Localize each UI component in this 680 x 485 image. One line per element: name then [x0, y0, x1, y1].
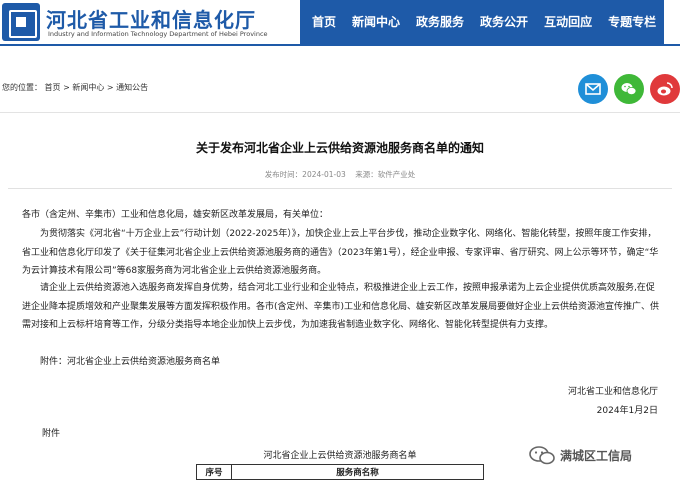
site-title[interactable]: 河北省工业和信息化厅 — [46, 4, 256, 33]
table-header-row: 序号 服务商名称 — [196, 464, 484, 480]
breadcrumb-item-home[interactable]: 首页 — [45, 83, 61, 92]
nav-item-topics[interactable]: 专题专栏 — [600, 0, 665, 44]
mail-icon — [585, 83, 601, 95]
signature-organization: 河北省工业和信息化厅 — [567, 387, 658, 397]
share-mail-button[interactable] — [578, 74, 608, 104]
nav-item-news[interactable]: 新闻中心 — [344, 0, 409, 44]
breadcrumb-item-news[interactable]: 新闻中心 — [72, 83, 104, 92]
article-panel: 关于发布河北省企业上云供给资源池服务商名单的通知 发布时间：2024-01-03… — [0, 112, 680, 485]
nav-item-services[interactable]: 政务服务 — [408, 0, 473, 44]
nav-item-public-info[interactable]: 政务公开 — [472, 0, 537, 44]
article-meta: 发布时间：2024-01-03 来源：软件产业处 — [264, 170, 416, 179]
service-provider-table: 序号 服务商名称 — [196, 464, 484, 480]
nav-item-interaction[interactable]: 互动回应 — [536, 0, 601, 44]
breadcrumb: 您的位置： 首页 > 新闻中心 > 通知公告 — [2, 82, 148, 93]
table-header-index: 序号 — [196, 464, 232, 480]
site-subtitle: Industry and Information Technology Depa… — [48, 30, 268, 38]
salutation: 各市（含定州、辛集市）工业和信息化局，雄安新区改革发展局，有关单位： — [22, 210, 329, 220]
signature-date: 2024年1月2日 — [596, 406, 658, 416]
site-header: 河北省工业和信息化厅 Industry and Information Tech… — [0, 0, 680, 46]
weibo-icon — [657, 82, 673, 96]
attachment-line: 附件：河北省企业上云供给资源池服务商名单 — [40, 357, 221, 367]
site-logo-icon[interactable] — [2, 3, 40, 41]
share-weibo-button[interactable] — [650, 74, 680, 104]
breadcrumb-prefix: 您的位置： — [2, 83, 42, 92]
attachment-label: 附件 — [42, 429, 61, 439]
article-title: 关于发布河北省企业上云供给资源池服务商名单的通知 — [195, 141, 484, 155]
watermark-text: 满城区工信局 — [560, 449, 633, 463]
share-wechat-button[interactable] — [614, 74, 644, 104]
main-nav: 首页 新闻中心 政务服务 政务公开 互动回应 专题专栏 — [300, 0, 665, 44]
breadcrumb-item-notices[interactable]: 通知公告 — [116, 83, 148, 92]
paragraph-2: 请企业上云供给资源池入选服务商发挥自身优势，结合河北工业行业和企业特点，积极推进… — [22, 283, 660, 330]
nav-item-home[interactable]: 首页 — [300, 0, 345, 44]
wechat-icon — [621, 83, 637, 95]
table-header-provider-name: 服务商名称 — [231, 464, 484, 480]
title-divider — [8, 188, 672, 189]
breadcrumb-separator: > — [106, 83, 114, 92]
breadcrumb-separator: > — [63, 83, 70, 92]
paragraph-1: 为贯彻落实《河北省“十万企业上云”行动计划（2022-2025年）》，加快企业上… — [22, 229, 659, 276]
wechat-official-account-icon — [529, 446, 555, 465]
watermark: 满城区工信局 — [526, 443, 680, 469]
